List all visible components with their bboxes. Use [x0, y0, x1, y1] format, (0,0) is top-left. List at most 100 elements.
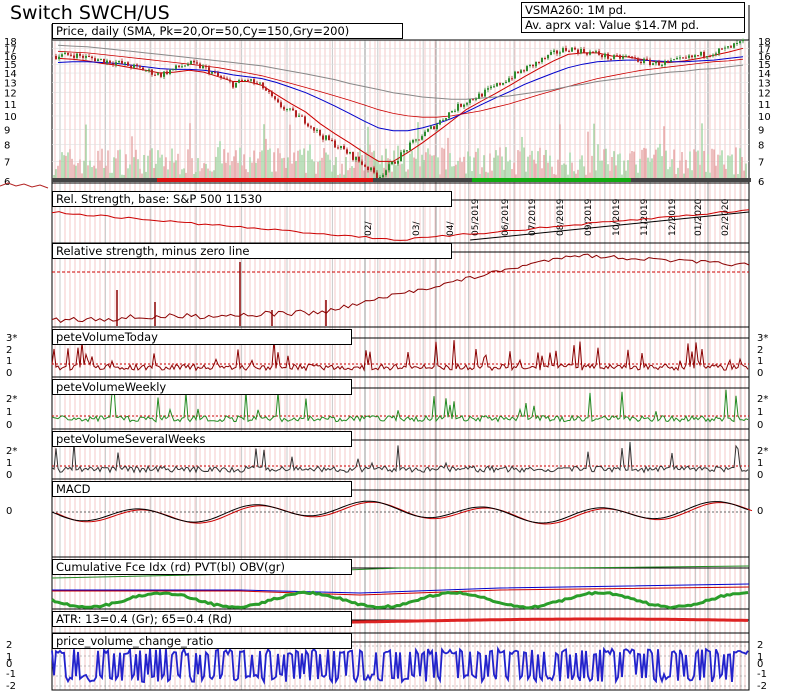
rs-rating-strip	[658, 178, 661, 182]
candle-body	[121, 60, 123, 64]
candle-body	[256, 82, 258, 84]
rs-rating-strip	[721, 178, 724, 182]
candle-body	[646, 58, 648, 60]
rs-rating-strip	[505, 178, 508, 182]
candle-body	[532, 64, 534, 67]
candle-body	[529, 64, 531, 67]
rs-rating-strip	[289, 178, 292, 182]
price-panel-title: Price, daily (SMA, Pk=20,Or=50,Cy=150,Gr…	[52, 23, 403, 39]
rs-rating-strip	[637, 178, 640, 182]
rs-rating-strip	[124, 178, 127, 182]
pvcr-axis-label: 2	[757, 640, 763, 651]
candle-body	[610, 58, 612, 60]
rs-rating-strip	[523, 178, 526, 182]
pvw-axis-label: 2*	[6, 394, 17, 405]
candle-body	[79, 53, 81, 56]
candle-body	[535, 61, 537, 67]
rs-rating-strip	[544, 178, 547, 182]
rs-rating-strip	[649, 178, 652, 182]
candle-body	[577, 49, 579, 54]
rs-rating-strip	[463, 178, 466, 182]
rs-rating-strip	[469, 178, 472, 182]
rs-rating-strip	[667, 178, 670, 182]
pvt-axis-label: 1	[6, 356, 12, 367]
candle-body	[187, 64, 189, 66]
rs-rating-strip	[598, 178, 601, 182]
candle-body	[190, 60, 192, 65]
candle-body	[112, 63, 114, 65]
rs-rating-strip	[421, 178, 424, 182]
candle-body	[478, 93, 480, 99]
rs-rating-strip	[682, 178, 685, 182]
candle-body	[394, 161, 396, 164]
candle-body	[373, 167, 375, 173]
candle-body	[697, 55, 699, 57]
candle-body	[649, 59, 651, 65]
rs-rating-strip	[388, 178, 391, 182]
rs-rating-strip	[67, 178, 70, 182]
rs-rating-strip	[709, 178, 712, 182]
candle-body	[628, 55, 630, 57]
rs-rating-strip	[223, 178, 226, 182]
candle-body	[94, 58, 96, 62]
rs-rating-strip	[139, 178, 142, 182]
price-tick-label-left: 8	[4, 140, 10, 151]
rs-rating-strip	[601, 178, 604, 182]
rs-rating-strip	[160, 178, 163, 182]
rs-rating-strip	[454, 178, 457, 182]
candle-body	[463, 104, 465, 107]
candle-body	[733, 43, 735, 48]
rs-rating-strip	[280, 178, 283, 182]
candle-body	[643, 58, 645, 63]
rs-rating-strip	[691, 178, 694, 182]
rs-rating-strip	[457, 178, 460, 182]
rsz-panel-title: Relative strength, minus zero line	[52, 243, 452, 259]
candle-body	[337, 147, 339, 149]
candle-body	[481, 93, 483, 97]
rs-rating-strip	[538, 178, 541, 182]
rs-rating-strip	[484, 178, 487, 182]
rs-rating-strip	[277, 178, 280, 182]
rs-rating-strip	[487, 178, 490, 182]
rs-rating-strip	[556, 178, 559, 182]
candle-body	[439, 120, 441, 125]
rs-rating-strip	[745, 178, 748, 182]
rs-rating-strip	[655, 178, 658, 182]
rs-rating-strip	[205, 178, 208, 182]
rs-rating-strip	[112, 178, 115, 182]
rs-rating-strip	[106, 178, 109, 182]
rs-rating-strip	[157, 178, 160, 182]
rs-rating-strip	[439, 178, 442, 182]
candle-body	[175, 65, 177, 69]
candle-body	[457, 103, 459, 111]
candle-body	[115, 62, 117, 65]
rs-rating-strip	[331, 178, 334, 182]
rs-rating-strip	[679, 178, 682, 182]
rs-rating-strip	[613, 178, 616, 182]
rs-rating-strip	[271, 178, 274, 182]
rs-rating-strip	[652, 178, 655, 182]
candle-body	[658, 61, 660, 66]
rs-rating-strip	[307, 178, 310, 182]
rs-rating-strip	[403, 178, 406, 182]
candle-body	[454, 110, 456, 112]
rs-rating-strip	[424, 178, 427, 182]
pvw-panel-title: peteVolumeWeekly	[52, 379, 352, 395]
rs-rating-strip	[481, 178, 484, 182]
rs-rating-strip	[460, 178, 463, 182]
rs-rating-strip	[595, 178, 598, 182]
candle-body	[73, 55, 75, 58]
rs-rating-strip	[340, 178, 343, 182]
pvs-axis-label: 2*	[757, 446, 768, 457]
candle-body	[718, 48, 720, 54]
rs-rating-strip	[373, 178, 376, 182]
candle-body	[235, 82, 237, 88]
candle-body	[280, 102, 282, 108]
rs-rating-strip	[607, 178, 610, 182]
rs-rating-strip	[445, 178, 448, 182]
rs-rating-strip	[256, 178, 259, 182]
rs-rating-strip	[565, 178, 568, 182]
candle-body	[631, 56, 633, 58]
candle-body	[421, 136, 423, 140]
price-tick-label-left: 6	[4, 177, 10, 188]
